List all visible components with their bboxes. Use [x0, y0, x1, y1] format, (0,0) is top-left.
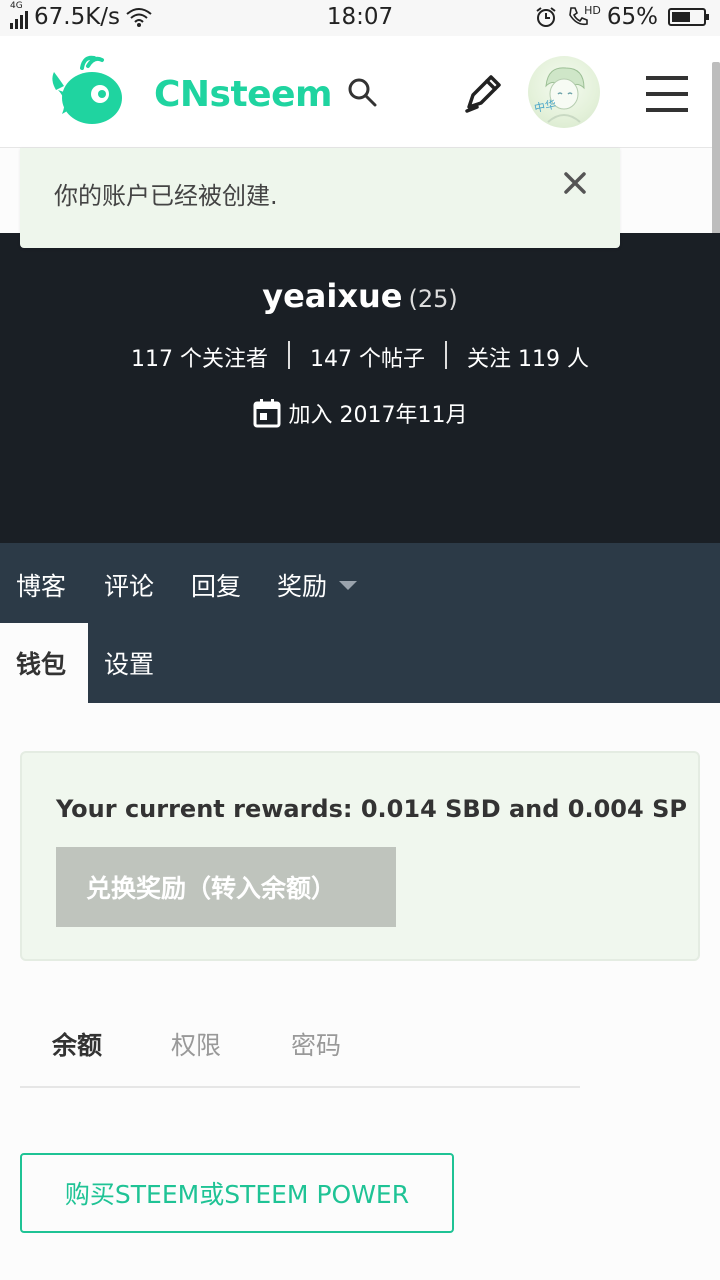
tab-label: 博客 — [16, 572, 67, 601]
joined-date: 加入 2017年11月 — [0, 397, 720, 429]
tab-comments[interactable]: 评论 — [104, 565, 154, 605]
pen-icon — [465, 75, 501, 113]
top-header: CNsteem 中华 — [0, 36, 720, 148]
volte-hd-label: HD — [584, 4, 601, 17]
tab-balances[interactable]: 余额 — [52, 1026, 102, 1062]
user-avatar[interactable]: 中华 — [528, 56, 600, 128]
tab-label: 设置 — [104, 650, 155, 679]
search-icon — [348, 78, 377, 107]
tab-password[interactable]: 密码 — [291, 1026, 341, 1062]
wallet-tabs: 余额 权限 密码 — [20, 1012, 580, 1088]
notice-close-button[interactable] — [560, 168, 590, 198]
brand-name[interactable]: CNsteem — [154, 74, 333, 115]
username: yeaixue — [262, 277, 403, 315]
chevron-down-icon — [339, 580, 358, 590]
menu-icon — [646, 76, 688, 80]
close-icon — [564, 172, 586, 194]
posts-count: 147 个帖子 — [310, 347, 425, 372]
tab-wallet[interactable]: 钱包 — [0, 623, 88, 703]
search-button[interactable] — [340, 70, 384, 114]
notice-text: 你的账户已经被创建. — [54, 182, 278, 210]
profile-username-row: yeaixue (25) — [0, 277, 720, 315]
followers-count[interactable]: 117 个关注者 — [111, 341, 288, 373]
profile-stats: 117 个关注者 147 个帖子 关注 119 人 — [0, 341, 720, 373]
menu-button[interactable] — [646, 76, 688, 112]
tab-label: 钱包 — [16, 650, 67, 679]
tab-permissions[interactable]: 权限 — [171, 1026, 221, 1062]
tab-blog[interactable]: 博客 — [16, 565, 66, 605]
avatar-image — [545, 67, 585, 123]
profile-nav: 博客 评论 回复 奖励 钱包 设置 — [0, 543, 720, 703]
tab-rewards-dropdown[interactable]: 奖励 — [277, 565, 358, 605]
current-rewards-panel: Your current rewards: 0.014 SBD and 0.00… — [20, 751, 700, 961]
following-count[interactable]: 关注 119 人 — [447, 341, 609, 373]
tab-settings[interactable]: 设置 — [104, 623, 154, 703]
calendar-icon — [253, 399, 280, 428]
phone-hd-icon: HD — [567, 4, 601, 28]
tab-label: 回复 — [191, 572, 242, 601]
buy-steem-button[interactable]: 购买STEEM或STEEM POWER — [20, 1153, 454, 1233]
account-created-notice: 你的账户已经被创建. — [20, 148, 620, 248]
claim-rewards-button[interactable]: 兑换奖励（转入余额） — [56, 847, 396, 927]
tab-replies[interactable]: 回复 — [191, 565, 241, 605]
tab-label: 奖励 — [277, 572, 328, 601]
tab-label: 评论 — [104, 572, 155, 601]
alarm-icon — [536, 7, 556, 27]
reputation-badge: (25) — [408, 285, 458, 313]
battery-percent: 65% — [606, 4, 658, 30]
write-post-button[interactable] — [458, 68, 508, 118]
whale-logo-icon[interactable] — [48, 50, 128, 130]
joined-text: 加入 2017年11月 — [288, 403, 468, 428]
status-bar: 4G 67.5K/s 18:07 HD 65% — [0, 0, 720, 36]
battery-icon — [668, 8, 709, 26]
rewards-summary: Your current rewards: 0.014 SBD and 0.00… — [56, 795, 687, 823]
profile-banner: yeaixue (25) 117 个关注者 147 个帖子 关注 119 人 加入… — [0, 233, 720, 544]
